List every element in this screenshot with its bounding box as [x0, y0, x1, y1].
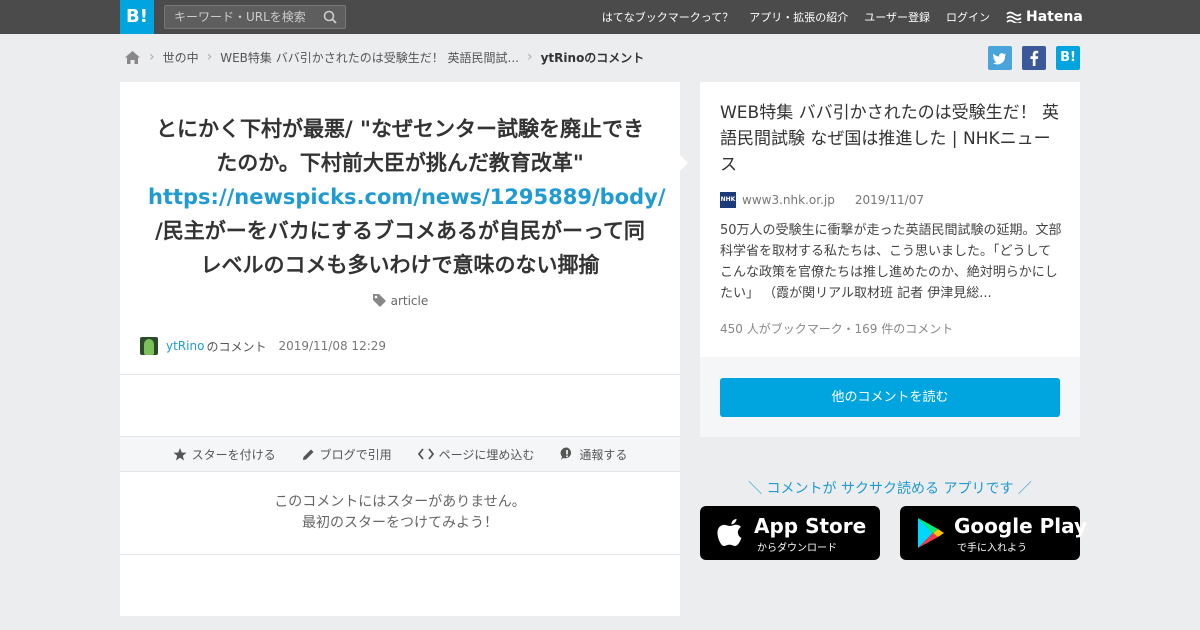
read-more-box: 他のコメントを読む	[700, 357, 1080, 437]
no-star-line2: 最初のスターをつけてみよう！	[302, 515, 498, 531]
google-play-label: Google Play	[954, 514, 1088, 538]
alert-icon	[561, 447, 572, 460]
hatena-brand[interactable]: Hatena	[1006, 8, 1083, 26]
facebook-icon	[1022, 46, 1046, 70]
chevron-right-icon: ›	[206, 49, 213, 65]
comment-link[interactable]: https://newspicks.com/news/1295889/body/	[148, 185, 666, 209]
divider	[120, 554, 680, 555]
breadcrumb-entry[interactable]: WEB特集 ババ引かされたのは受験生だ！ 英語民間試...	[220, 49, 519, 66]
comment-tag[interactable]: article	[120, 293, 680, 308]
twitter-icon	[988, 46, 1012, 70]
blog-quote-label: ブログで引用	[319, 447, 392, 462]
nav-about[interactable]: はてなブックマークって？	[602, 9, 733, 25]
entry-count[interactable]: 450 人がブックマーク・169 件のコメント	[720, 320, 953, 337]
chevron-right-icon: ›	[527, 49, 533, 65]
comment-card: とにかく下村が最悪/ "なぜセンター試験を廃止できたのか。下村前大臣が挑んだ教育…	[120, 82, 688, 616]
star-icon	[173, 447, 187, 460]
comment-body: とにかく下村が最悪/ "なぜセンター試験を廃止できたのか。下村前大臣が挑んだ教育…	[148, 112, 666, 282]
hatena-bookmark-logo[interactable]: B!	[120, 0, 154, 34]
breadcrumb-category[interactable]: 世の中	[163, 49, 199, 66]
comment-author: ytRino のコメント 2019/11/08 12:29	[140, 336, 386, 356]
chevron-right-icon: ›	[149, 49, 155, 65]
embed-label: ページに埋め込む	[438, 447, 535, 462]
code-icon	[417, 448, 434, 460]
app-store-label: App Store	[754, 514, 867, 538]
google-play-icon	[918, 518, 944, 548]
entry-domain[interactable]: www3.nhk.or.jp	[742, 193, 835, 207]
site-favicon: NHK	[720, 192, 736, 208]
comment-date[interactable]: 2019/11/08 12:29	[278, 339, 386, 353]
app-store-button[interactable]: App Store からダウンロード	[700, 506, 880, 560]
hatena-wave-icon	[1006, 11, 1022, 23]
report-label: 通報する	[579, 447, 628, 462]
search-icon[interactable]	[323, 10, 337, 24]
brand-label: Hatena	[1026, 9, 1083, 25]
breadcrumb-current: ytRinoのコメント	[540, 50, 645, 65]
no-star-message: このコメントにはスターがありません。 最初のスターをつけてみよう！	[120, 492, 680, 534]
home-icon[interactable]	[124, 50, 141, 65]
pencil-icon	[302, 449, 314, 460]
report-button[interactable]: 通報する	[560, 446, 627, 463]
google-play-button[interactable]: Google Play で手に入れよう	[900, 506, 1087, 560]
entry-title[interactable]: WEB特集 ババ引かされたのは受験生だ！ 英語民間試験 なぜ国は推進した | N…	[720, 100, 1065, 178]
apple-icon	[717, 519, 742, 546]
breadcrumb: › 世の中 › WEB特集 ババ引かされたのは受験生だ！ 英語民間試... › …	[124, 47, 644, 67]
search-box[interactable]	[164, 5, 346, 29]
embed-button[interactable]: ページに埋め込む	[417, 446, 535, 463]
tag-icon	[372, 294, 386, 307]
entry-panel: WEB特集 ババ引かされたのは受験生だ！ 英語民間試験 なぜ国は推進した | N…	[700, 82, 1080, 357]
card-pointer	[679, 154, 688, 172]
entry-date: 2019/11/07	[854, 193, 924, 207]
author-name[interactable]: ytRino	[166, 339, 204, 353]
header-nav: はてなブックマークって？ アプリ・拡張の紹介 ユーザー登録 ログイン	[602, 0, 990, 34]
author-suffix: のコメント	[206, 339, 267, 354]
read-other-comments-button[interactable]: 他のコメントを読む	[720, 378, 1060, 417]
avatar[interactable]	[140, 337, 158, 355]
nav-apps[interactable]: アプリ・拡張の紹介	[749, 9, 848, 25]
divider	[120, 374, 680, 375]
app-store-sublabel: からダウンロード	[757, 543, 837, 554]
nav-signup[interactable]: ユーザー登録	[864, 9, 930, 25]
nav-login[interactable]: ログイン	[946, 9, 990, 25]
comment-text-before: とにかく下村が最悪/ "なぜセンター試験を廃止できたのか。下村前大臣が挑んだ教育…	[156, 117, 644, 175]
add-star-button[interactable]: スターを付ける	[173, 446, 276, 463]
entry-meta: NHK www3.nhk.or.jp 2019/11/07	[720, 192, 924, 208]
google-play-sublabel: で手に入れよう	[957, 543, 1027, 554]
hatena-bookmark-share-button[interactable]: B!	[1056, 46, 1080, 70]
blog-quote-button[interactable]: ブログで引用	[302, 446, 392, 463]
facebook-share-button[interactable]	[1022, 46, 1046, 70]
entry-summary: 50万人の受験生に衝撃が走った英語民間試験の延期。文部科学省を取材する私たちは、…	[720, 223, 1062, 301]
top-bar: B! はてなブックマークって？ アプリ・拡張の紹介 ユーザー登録 ログイン Ha…	[0, 0, 1200, 34]
add-star-label: スターを付ける	[191, 447, 276, 462]
comment-text-after: /民主がーをバカにするブコメあるが自民がーって同レベルのコメも多いわけで意味のな…	[155, 219, 645, 277]
twitter-share-button[interactable]	[988, 46, 1012, 70]
search-input[interactable]	[165, 6, 315, 28]
comment-actions: スターを付ける ブログで引用 ページに埋め込む 通報する	[120, 436, 680, 472]
no-star-line1: このコメントにはスターがありません。	[274, 494, 526, 510]
tag-label: article	[390, 294, 429, 308]
app-promo-text: ＼ コメントが サクサク読める アプリです ／	[748, 481, 1032, 497]
